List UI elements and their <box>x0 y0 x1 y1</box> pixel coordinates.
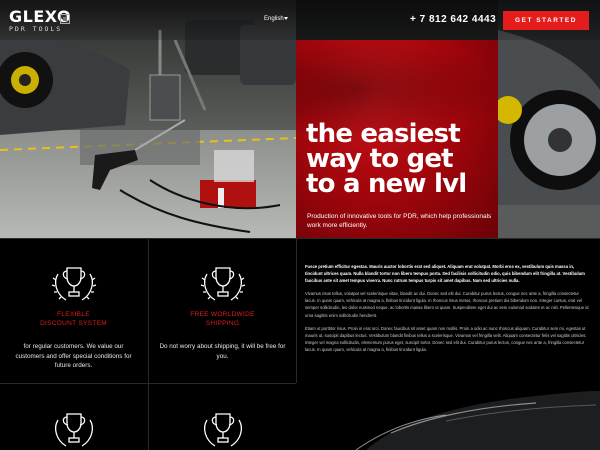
feature-card-shipping: FREE WORLDWIDE SHIPPING Do not worry abo… <box>149 238 296 383</box>
hero-panel: the easiest way to get to a new lvl Prod… <box>296 40 498 238</box>
feature-card <box>149 384 296 450</box>
trophy-laurel-icon <box>203 413 242 447</box>
language-selector[interactable]: English <box>264 16 284 22</box>
car-image <box>296 383 600 450</box>
trophy-laurel-icon <box>54 413 93 447</box>
paragraph: Vivamus risus tellus, volutpat vel scele… <box>305 291 589 318</box>
chevron-down-icon[interactable] <box>284 17 288 20</box>
trophy-laurel-icon <box>51 267 96 301</box>
feature-title-line: FREE WORLDWIDE <box>190 311 255 318</box>
logo-tagline: PDR TOOLS <box>9 25 63 33</box>
paragraph: Etiam ut porttitor risus. Proin in erat … <box>305 325 587 352</box>
menu-toggle-button[interactable] <box>60 14 70 24</box>
get-started-button[interactable]: GET STARTED <box>503 11 589 30</box>
site-header: GLEXO PDR TOOLS English + 7 812 642 4443… <box>0 0 600 40</box>
feature-card <box>0 384 147 450</box>
hero-description: Production of innovative tools for PDR, … <box>307 213 492 229</box>
feature-title-line: SHIPPING <box>205 320 240 327</box>
feature-description: for regular customers. We value our cust… <box>15 343 132 369</box>
feature-title: FLEXIBLE DISCOUNT SYSTEM <box>0 310 147 328</box>
paragraph: Fusce pretium efficitur egestas. Mauris … <box>305 264 585 284</box>
about-text-block: Fusce pretium efficitur egestas. Mauris … <box>305 263 590 359</box>
feature-title-line: DISCOUNT SYSTEM <box>40 320 107 327</box>
feature-description: Do not worry about shipping, it will be … <box>159 343 286 360</box>
hero-headline: the easiest way to get to a new lvl <box>306 121 496 199</box>
headline-line: to a new lvl <box>306 169 467 199</box>
phone-number[interactable]: + 7 812 642 4443 <box>410 14 496 25</box>
feature-title: FREE WORLDWIDE SHIPPING <box>149 310 296 328</box>
trophy-laurel-icon <box>200 267 245 301</box>
feature-title-line: FLEXIBLE <box>57 311 90 318</box>
feature-card-discount: FLEXIBLE DISCOUNT SYSTEM for regular cus… <box>0 238 147 383</box>
